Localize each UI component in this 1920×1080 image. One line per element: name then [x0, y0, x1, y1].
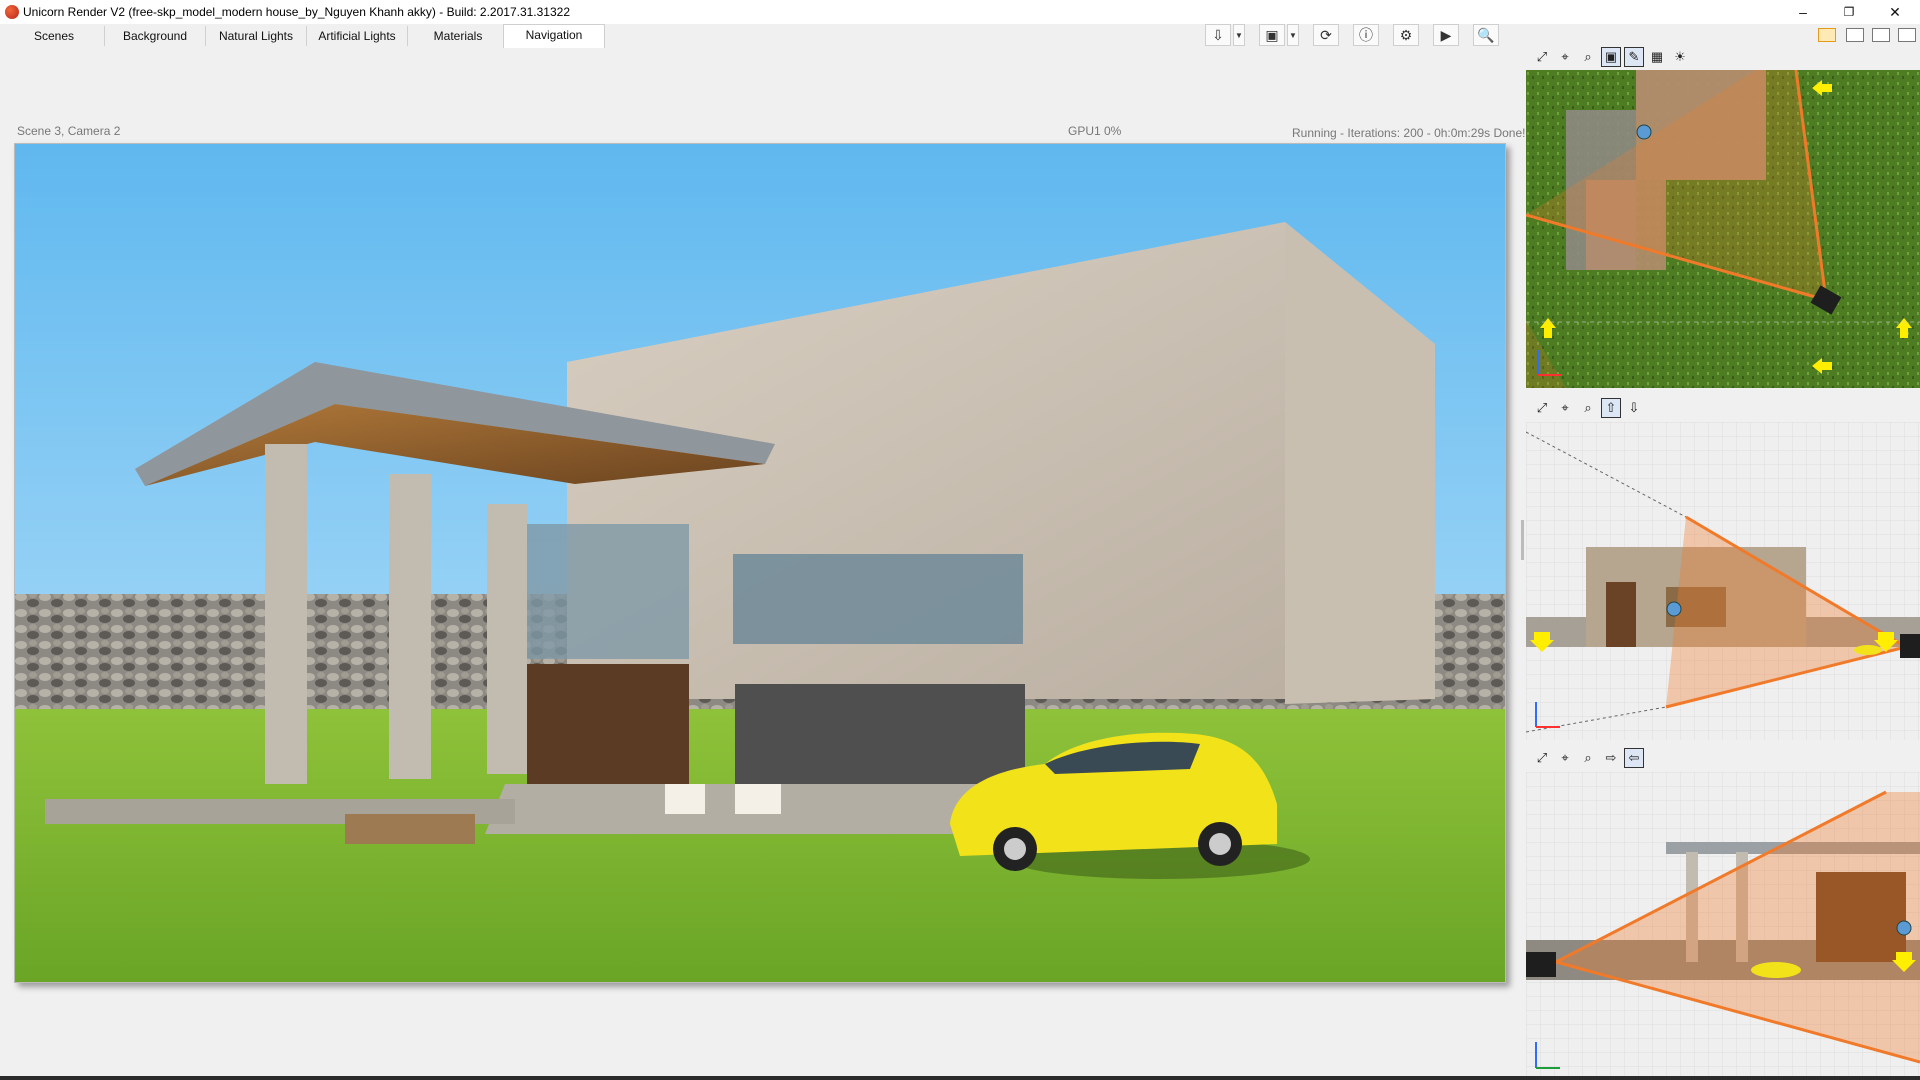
front-view[interactable] [1526, 422, 1920, 740]
render-image [15, 144, 1505, 982]
zoom-icon[interactable]: ⌕ [1578, 47, 1598, 67]
restore-button[interactable]: ❐ [1826, 0, 1872, 24]
render-window-icon[interactable]: ▶ [1433, 24, 1459, 46]
save-dropdown-icon[interactable]: ▼ [1287, 24, 1299, 46]
target-icon[interactable]: ⌖ [1555, 748, 1575, 768]
image-icon[interactable]: ▦ [1647, 47, 1667, 67]
window-title: Unicorn Render V2 (free-skp_model_modern… [23, 5, 571, 19]
app-logo-icon [5, 5, 19, 19]
save-icon[interactable]: ▣ [1259, 24, 1285, 46]
fit-view-icon[interactable]: ⤢ [1532, 398, 1552, 418]
arrow-left-icon[interactable]: ⇦ [1624, 748, 1644, 768]
sun-icon[interactable]: ☀ [1670, 47, 1690, 67]
top-view-toolbar: ⤢ ⌖ ⌕ ▣ ✎ ▦ ☀ [1532, 46, 1690, 68]
front-view-map [1526, 422, 1920, 740]
tab-background[interactable]: Background [105, 26, 206, 46]
scene-camera-label: Scene 3, Camera 2 [17, 124, 121, 138]
light-icon[interactable]: ✎ [1624, 47, 1644, 67]
zoom-icon[interactable]: ⌕ [1578, 748, 1598, 768]
top-view[interactable] [1526, 70, 1920, 388]
zoom-icon[interactable]: 🔍 [1473, 24, 1499, 46]
fit-view-icon[interactable]: ⤢ [1532, 748, 1552, 768]
layout-icon-4[interactable] [1898, 28, 1916, 42]
arrow-up-icon[interactable]: ⇧ [1601, 398, 1621, 418]
export-icon[interactable]: ⇩ [1205, 24, 1231, 46]
tab-scenes[interactable]: Scenes [4, 26, 105, 46]
layout-icon-2[interactable] [1846, 28, 1864, 42]
title-bar: Unicorn Render V2 (free-skp_model_modern… [0, 0, 1920, 24]
render-viewport[interactable] [14, 143, 1506, 983]
settings-icon[interactable]: ⚙ [1393, 24, 1419, 46]
target-icon[interactable]: ⌖ [1555, 398, 1575, 418]
main-toolbar: ⇩ ▼ ▣ ▼ ⟳ ⓘ ⚙ ▶ 🔍 [1205, 23, 1499, 47]
export-dropdown-icon[interactable]: ▼ [1233, 24, 1245, 46]
side-view-map [1526, 772, 1920, 1076]
tab-artificial-lights[interactable]: Artificial Lights [307, 26, 408, 46]
front-view-toolbar: ⤢ ⌖ ⌕ ⇧ ⇩ [1532, 397, 1644, 419]
layout-icon-1[interactable] [1818, 28, 1836, 42]
tab-natural-lights[interactable]: Natural Lights [206, 26, 307, 46]
tab-navigation[interactable]: Navigation [503, 24, 605, 48]
arrow-right-icon[interactable]: ⇨ [1601, 748, 1621, 768]
minimize-button[interactable]: – [1780, 0, 1826, 24]
info-icon[interactable]: ⓘ [1353, 24, 1379, 46]
tab-materials[interactable]: Materials [408, 26, 509, 46]
layout-icon-3[interactable] [1872, 28, 1890, 42]
camera-view-icon[interactable]: ▣ [1601, 47, 1621, 67]
side-view[interactable] [1526, 772, 1920, 1076]
taskbar-edge [0, 1076, 1920, 1080]
render-progress-label: Running - Iterations: 200 - 0h:0m:29s Do… [1292, 126, 1526, 140]
side-view-toolbar: ⤢ ⌖ ⌕ ⇨ ⇦ [1532, 747, 1644, 769]
panel-splitter[interactable] [1521, 520, 1524, 560]
gpu-usage-label: GPU1 0% [1068, 124, 1122, 138]
sync-icon[interactable]: ⟳ [1313, 24, 1339, 46]
target-icon[interactable]: ⌖ [1555, 47, 1575, 67]
fit-view-icon[interactable]: ⤢ [1532, 47, 1552, 67]
arrow-down-icon[interactable]: ⇩ [1624, 398, 1644, 418]
zoom-icon[interactable]: ⌕ [1578, 398, 1598, 418]
top-view-map [1526, 70, 1920, 388]
close-button[interactable]: ✕ [1872, 0, 1918, 24]
